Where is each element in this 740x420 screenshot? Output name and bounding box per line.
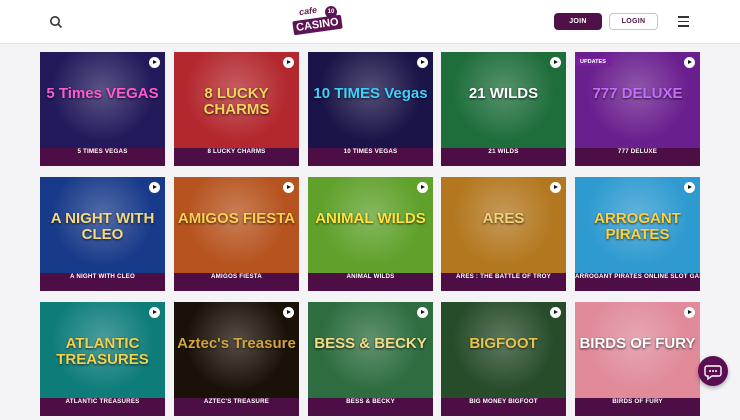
logo-badge: 10 bbox=[325, 6, 337, 18]
game-thumbnail[interactable]: BESS & BECKY bbox=[308, 302, 433, 398]
game-art-title: BESS & BECKY bbox=[314, 335, 427, 352]
game-card[interactable]: ARES ARES : THE BATTLE OF TROY bbox=[441, 177, 566, 291]
game-art-title: A NIGHT WITH CLEO bbox=[50, 210, 155, 243]
game-title[interactable]: ARES : THE BATTLE OF TROY bbox=[441, 273, 566, 291]
game-title[interactable]: AZTEC'S TREASURE bbox=[174, 398, 299, 416]
game-title[interactable]: BESS & BECKY bbox=[308, 398, 433, 416]
play-icon[interactable] bbox=[417, 57, 428, 68]
game-card[interactable]: 21 WILDS 21 WILDS bbox=[441, 52, 566, 166]
play-icon[interactable] bbox=[283, 57, 294, 68]
play-icon[interactable] bbox=[550, 182, 561, 193]
game-thumbnail[interactable]: AMIGOS FIESTA bbox=[174, 177, 299, 273]
logo-text-main: CASINO bbox=[292, 14, 343, 36]
play-icon[interactable] bbox=[283, 307, 294, 318]
game-thumbnail[interactable]: 777 DELUXE UPDATES bbox=[575, 52, 700, 148]
game-art-title: ANIMAL WILDS bbox=[315, 210, 426, 227]
updates-ribbon: UPDATES bbox=[575, 58, 611, 66]
game-title[interactable]: 21 WILDS bbox=[441, 148, 566, 166]
game-thumbnail[interactable]: BIGFOOT bbox=[441, 302, 566, 398]
game-title[interactable]: 5 TIMES VEGAS bbox=[40, 148, 165, 166]
login-button[interactable]: LOGIN bbox=[609, 13, 658, 30]
search-icon[interactable] bbox=[49, 15, 63, 29]
play-icon[interactable] bbox=[149, 57, 160, 68]
play-icon[interactable] bbox=[149, 182, 160, 193]
game-title[interactable]: BIG MONEY BIGFOOT bbox=[441, 398, 566, 416]
game-card[interactable]: BIGFOOT BIG MONEY BIGFOOT bbox=[441, 302, 566, 416]
play-icon[interactable] bbox=[283, 182, 294, 193]
game-card[interactable]: Aztec's Treasure AZTEC'S TREASURE bbox=[174, 302, 299, 416]
game-card[interactable]: BIRDS OF FURY BIRDS OF FURY bbox=[575, 302, 700, 416]
game-title[interactable]: 8 LUCKY CHARMS bbox=[174, 148, 299, 166]
game-card[interactable]: ARROGANT PIRATES ARROGANT PIRATES ONLINE … bbox=[575, 177, 700, 291]
game-art-title: 5 Times VEGAS bbox=[46, 85, 159, 102]
game-art-title: 777 DELUXE bbox=[592, 85, 683, 102]
play-icon[interactable] bbox=[684, 57, 695, 68]
game-art-title: 8 LUCKY CHARMS bbox=[203, 85, 270, 118]
play-icon[interactable] bbox=[417, 307, 428, 318]
hamburger-menu-icon[interactable] bbox=[678, 16, 689, 27]
game-title[interactable]: ATLANTIC TREASURES bbox=[40, 398, 165, 416]
game-thumbnail[interactable]: A NIGHT WITH CLEO bbox=[40, 177, 165, 273]
game-title[interactable]: BIRDS OF FURY bbox=[575, 398, 700, 416]
play-icon[interactable] bbox=[550, 307, 561, 318]
game-art-title: BIRDS OF FURY bbox=[579, 335, 696, 352]
chat-button[interactable] bbox=[698, 356, 728, 386]
game-art-title: Aztec's Treasure bbox=[177, 335, 296, 352]
game-title[interactable]: ARROGANT PIRATES ONLINE SLOT GAME bbox=[575, 273, 700, 291]
game-thumbnail[interactable]: 8 LUCKY CHARMS bbox=[174, 52, 299, 148]
game-title[interactable]: 777 DELUXE bbox=[575, 148, 700, 166]
game-title[interactable]: A NIGHT WITH CLEO bbox=[40, 273, 165, 291]
game-art-title: ARROGANT PIRATES bbox=[594, 210, 681, 243]
game-title[interactable]: 10 TIMES VEGAS bbox=[308, 148, 433, 166]
game-art-title: 21 WILDS bbox=[468, 85, 539, 102]
game-thumbnail[interactable]: 5 Times VEGAS bbox=[40, 52, 165, 148]
game-card[interactable]: 777 DELUXE UPDATES 777 DELUXE bbox=[575, 52, 700, 166]
game-card[interactable]: 8 LUCKY CHARMS 8 LUCKY CHARMS bbox=[174, 52, 299, 166]
game-thumbnail[interactable]: ANIMAL WILDS bbox=[308, 177, 433, 273]
game-art-title: 10 TIMES Vegas bbox=[313, 85, 428, 102]
game-card[interactable]: BESS & BECKY BESS & BECKY bbox=[308, 302, 433, 416]
game-card[interactable]: 5 Times VEGAS 5 TIMES VEGAS bbox=[40, 52, 165, 166]
game-card[interactable]: A NIGHT WITH CLEO A NIGHT WITH CLEO bbox=[40, 177, 165, 291]
game-thumbnail[interactable]: ARROGANT PIRATES bbox=[575, 177, 700, 273]
game-thumbnail[interactable]: 10 TIMES Vegas bbox=[308, 52, 433, 148]
game-art-title: ARES bbox=[482, 210, 525, 227]
game-card[interactable]: AMIGOS FIESTA AMIGOS FIESTA bbox=[174, 177, 299, 291]
play-icon[interactable] bbox=[550, 57, 561, 68]
play-icon[interactable] bbox=[684, 182, 695, 193]
game-title[interactable]: AMIGOS FIESTA bbox=[174, 273, 299, 291]
game-thumbnail[interactable]: ATLANTIC TREASURES bbox=[40, 302, 165, 398]
game-art-title: BIGFOOT bbox=[469, 335, 538, 352]
game-card[interactable]: ATLANTIC TREASURES ATLANTIC TREASURES bbox=[40, 302, 165, 416]
site-header: cafe CASINO 10 JOIN LOGIN bbox=[0, 0, 740, 44]
play-icon[interactable] bbox=[684, 307, 695, 318]
game-card[interactable]: ANIMAL WILDS ANIMAL WILDS bbox=[308, 177, 433, 291]
site-logo[interactable]: cafe CASINO 10 bbox=[292, 4, 343, 38]
play-icon[interactable] bbox=[149, 307, 160, 318]
game-art-title: AMIGOS FIESTA bbox=[177, 210, 296, 227]
game-card[interactable]: 10 TIMES Vegas 10 TIMES VEGAS bbox=[308, 52, 433, 166]
logo-text-top: cafe bbox=[298, 4, 318, 18]
join-button[interactable]: JOIN bbox=[554, 13, 602, 30]
game-thumbnail[interactable]: BIRDS OF FURY bbox=[575, 302, 700, 398]
game-thumbnail[interactable]: 21 WILDS bbox=[441, 52, 566, 148]
game-title[interactable]: ANIMAL WILDS bbox=[308, 273, 433, 291]
play-icon[interactable] bbox=[417, 182, 428, 193]
game-art-title: ATLANTIC TREASURES bbox=[56, 335, 149, 368]
chat-bubble-icon bbox=[704, 365, 722, 381]
game-thumbnail[interactable]: Aztec's Treasure bbox=[174, 302, 299, 398]
game-thumbnail[interactable]: ARES bbox=[441, 177, 566, 273]
